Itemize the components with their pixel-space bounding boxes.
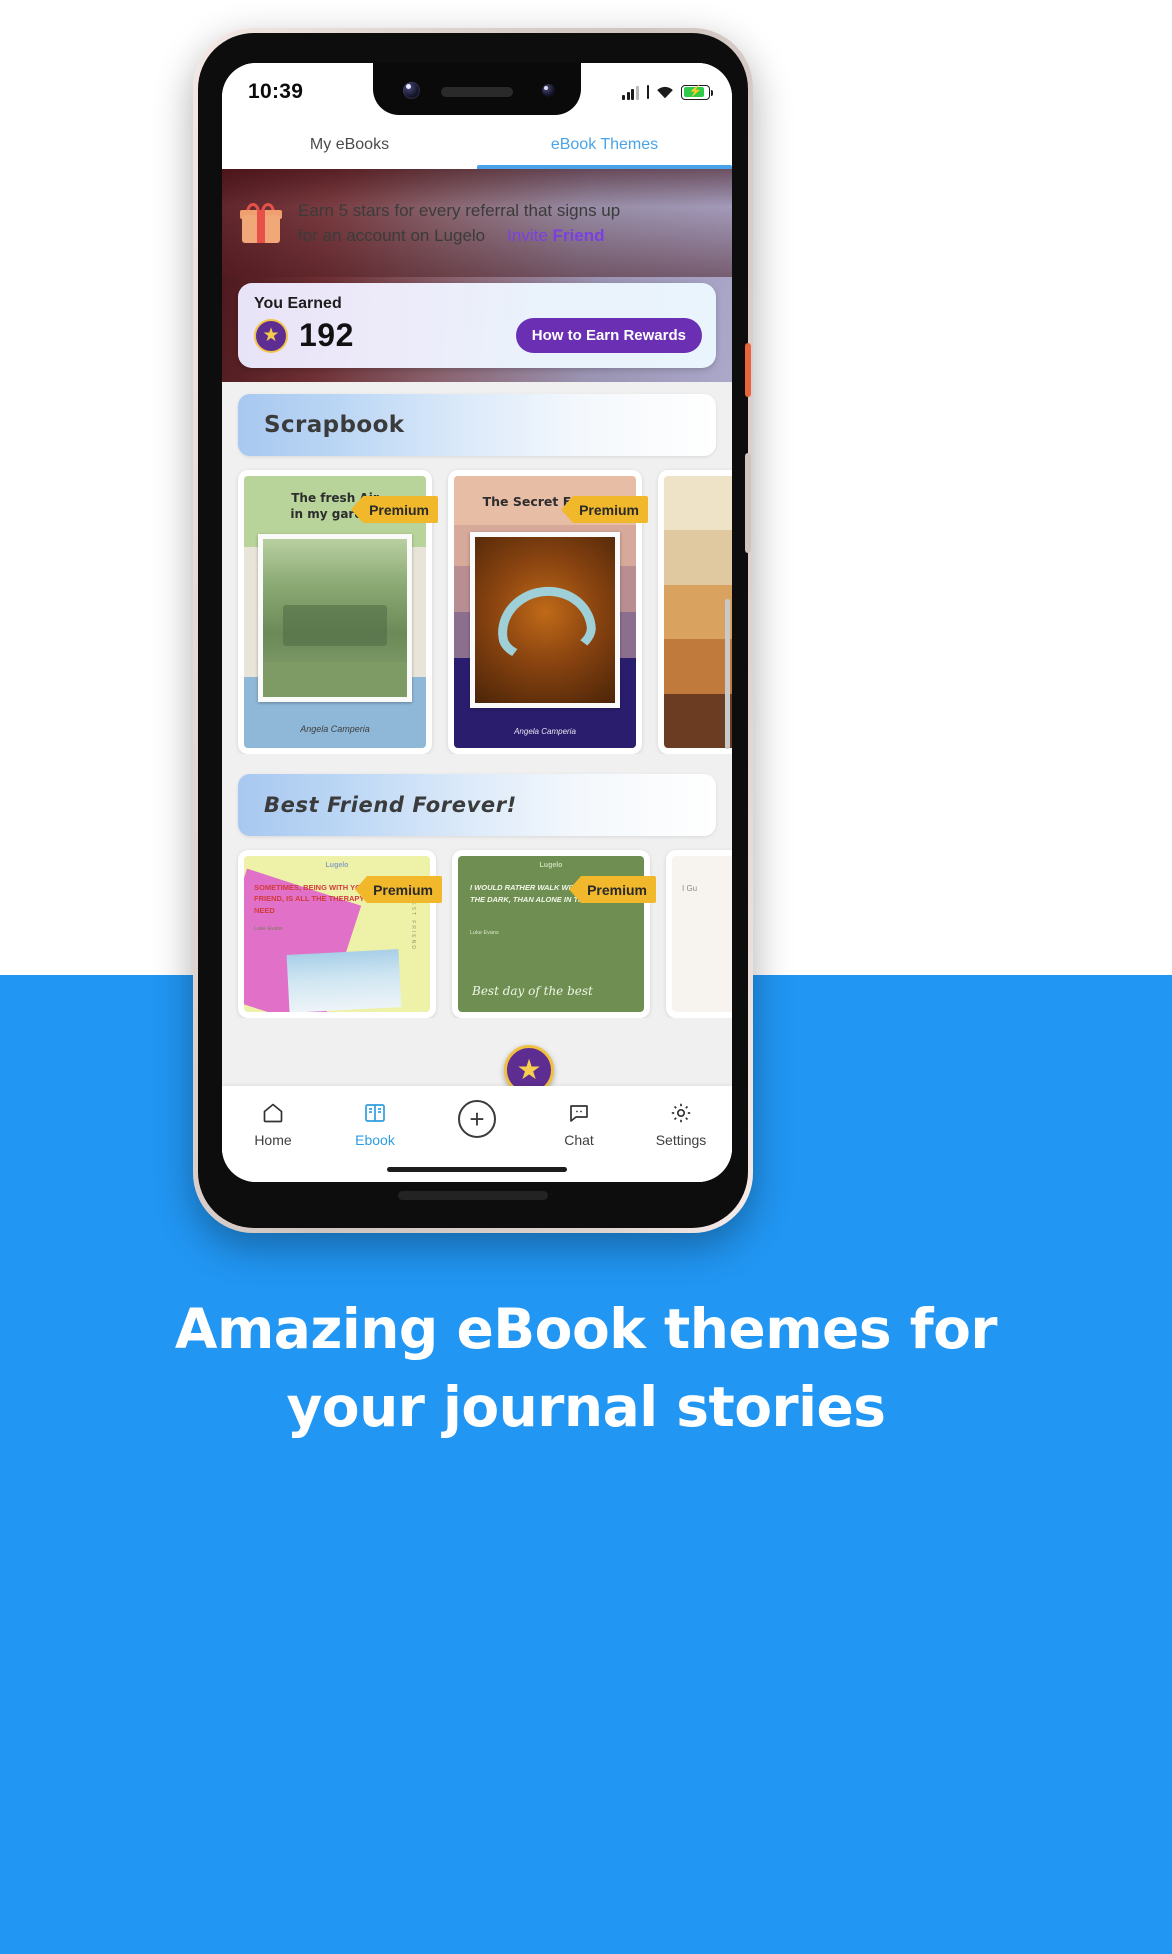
theme-card[interactable]: I Gu <box>666 850 732 1018</box>
earpiece-speaker <box>441 87 513 97</box>
status-icon-group: ⚡ <box>622 84 713 100</box>
section-header-bff[interactable]: Best Friend Forever! <box>238 774 716 836</box>
gear-icon <box>669 1100 693 1126</box>
home-indicator[interactable] <box>387 1167 567 1172</box>
theme-card[interactable]: Premium Lugelo I WOULD RATHER WALK WITH … <box>452 850 656 1018</box>
premium-badge: Premium <box>355 876 442 903</box>
section-title-bff: Best Friend Forever! <box>264 793 517 817</box>
theme-card[interactable]: Premium The fresh Air in my garden Angel… <box>238 470 438 754</box>
nav-label-chat: Chat <box>564 1132 594 1148</box>
referral-text: Earn 5 stars for every referral that sig… <box>298 198 620 249</box>
promo-screenshot: 10:39 ⚡ My eBooks eBook Themes Earn 5 st… <box>0 0 1172 1954</box>
you-earned-label: You Earned <box>254 295 342 312</box>
theme-brand: Lugelo <box>325 862 349 869</box>
tab-my-ebooks-label: My eBooks <box>309 136 390 153</box>
front-camera-icon <box>403 82 420 99</box>
nav-item-chat[interactable]: Chat <box>528 1100 630 1148</box>
app-content: Earn 5 stars for every referral that sig… <box>222 169 732 1182</box>
nav-item-home[interactable]: Home <box>222 1100 324 1148</box>
gift-icon <box>240 203 282 243</box>
volume-button[interactable] <box>745 453 751 553</box>
theme-thumbnail: I Gu <box>672 856 732 1012</box>
nav-label-settings: Settings <box>655 1132 707 1148</box>
section-header-scrapbook[interactable]: Scrapbook <box>238 394 716 456</box>
section-scrapbook: Scrapbook <box>222 382 732 456</box>
wifi-icon <box>656 85 674 99</box>
tab-ebook-themes[interactable]: eBook Themes <box>477 121 732 169</box>
theme-author: Luke Evans <box>254 926 283 932</box>
nav-label-ebook: Ebook <box>355 1132 395 1148</box>
tab-my-ebooks[interactable]: My eBooks <box>222 121 477 169</box>
referral-banner[interactable]: Earn 5 stars for every referral that sig… <box>222 169 732 277</box>
theme-quote: I Gu <box>682 884 698 893</box>
scrollbar[interactable] <box>725 599 730 749</box>
battery-charging-icon: ⚡ <box>681 84 713 100</box>
nav-label-home: Home <box>254 1132 292 1148</box>
secondary-camera-icon <box>542 84 555 97</box>
plus-circle-icon: + <box>458 1100 496 1138</box>
earned-amount: 192 <box>299 317 354 353</box>
theme-signature: Angela Camperia <box>300 724 370 734</box>
chat-icon <box>567 1100 591 1126</box>
caption-line-1: Amazing eBook themes for <box>174 1297 998 1361</box>
section-title-scrapbook: Scrapbook <box>264 412 405 438</box>
theme-thumbnail <box>664 476 732 748</box>
book-icon <box>363 1100 387 1126</box>
theme-author: Luke Evans <box>470 930 499 936</box>
power-button[interactable] <box>745 343 751 397</box>
promo-caption: Amazing eBook themes for your journal st… <box>0 1290 1172 1446</box>
star-badge-icon: ★ <box>254 318 288 353</box>
nav-item-create[interactable]: + <box>426 1100 528 1138</box>
invite-word: Invite <box>507 226 548 245</box>
friend-word: Friend <box>552 226 605 245</box>
referral-line-2: for an account on Lugelo <box>298 226 486 245</box>
nav-item-settings[interactable]: Settings <box>630 1100 732 1148</box>
top-tab-bar: My eBooks eBook Themes <box>222 121 732 169</box>
home-icon <box>261 1100 285 1126</box>
section-bff: Best Friend Forever! <box>222 754 732 836</box>
phone-device: 10:39 ⚡ My eBooks eBook Themes Earn 5 st… <box>193 28 753 1233</box>
you-earned-card: You Earned ★ 192 How to Earn Rewards <box>238 283 716 368</box>
premium-badge: Premium <box>351 496 438 523</box>
status-clock: 10:39 <box>248 80 304 103</box>
phone-bezel: 10:39 ⚡ My eBooks eBook Themes Earn 5 st… <box>198 33 751 1228</box>
phone-screen: 10:39 ⚡ My eBooks eBook Themes Earn 5 st… <box>222 63 732 1182</box>
theme-card[interactable]: Premium The Secret Forest Angela Camperi… <box>448 470 648 754</box>
earned-card-wrapper: You Earned ★ 192 How to Earn Rewards <box>222 277 732 382</box>
theme-brand: Lugelo <box>539 862 563 869</box>
premium-badge: Premium <box>569 876 656 903</box>
theme-vertical-text: BEST FRIEND <box>410 896 416 951</box>
theme-photo <box>470 532 620 708</box>
signal-bars-icon <box>622 85 639 100</box>
tab-ebook-themes-label: eBook Themes <box>550 136 659 153</box>
theme-row-scrapbook[interactable]: Premium The fresh Air in my garden Angel… <box>222 456 732 754</box>
premium-badge: Premium <box>561 496 648 523</box>
theme-handwriting: Best day of the best <box>472 983 593 998</box>
theme-card[interactable]: Premium Lugelo SOMETIMES, BEING WITH YOU… <box>238 850 442 1018</box>
caption-line-2: your journal stories <box>286 1375 886 1440</box>
theme-card[interactable] <box>658 470 732 754</box>
theme-signature: Angela Camperia <box>514 727 576 736</box>
nav-item-ebook[interactable]: Ebook <box>324 1100 426 1148</box>
bottom-speaker <box>398 1191 548 1200</box>
theme-photo <box>258 534 412 702</box>
invite-friend-link[interactable]: Invite Friend <box>507 223 604 249</box>
camera-notch <box>373 63 581 115</box>
how-to-earn-rewards-button[interactable]: How to Earn Rewards <box>515 318 702 353</box>
signal-separator-icon <box>646 85 649 99</box>
theme-row-bff[interactable]: Premium Lugelo SOMETIMES, BEING WITH YOU… <box>222 836 732 1018</box>
referral-line-1: Earn 5 stars for every referral that sig… <box>298 200 621 220</box>
